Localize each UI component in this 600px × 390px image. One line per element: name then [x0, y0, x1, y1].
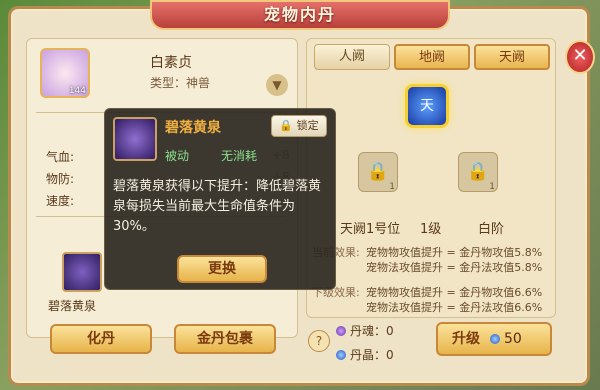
- pet-level: 144: [68, 86, 86, 96]
- skill-name: 碧落黄泉: [165, 120, 221, 136]
- skill-tag-cost: 无消耗: [221, 149, 258, 163]
- soul-value: 丹魂：0: [350, 324, 394, 338]
- hp-label: 气血:: [46, 150, 75, 164]
- slot-level: 1级: [420, 222, 442, 237]
- tab-heaven[interactable]: 天阙: [474, 44, 550, 70]
- chevron-down-icon: ▼: [272, 78, 282, 92]
- skill-icon: [113, 117, 157, 161]
- current-effect-1: 宠物物攻值提升 = 金丹物攻值5.8%: [366, 246, 543, 259]
- dissolve-button[interactable]: 化丹: [50, 324, 152, 354]
- slot-number: 1: [489, 182, 495, 192]
- gold-pack-button[interactable]: 金丹包裹: [174, 324, 276, 354]
- close-button[interactable]: ✕: [565, 40, 595, 74]
- tab-human[interactable]: 人阙: [314, 44, 390, 70]
- locked-slot-right[interactable]: 🔒 1: [458, 152, 498, 192]
- pet-avatar[interactable]: 144: [40, 48, 90, 98]
- speed-label: 速度:: [46, 194, 75, 208]
- help-button[interactable]: ?: [308, 330, 330, 352]
- current-effect-2: 宠物法攻值提升 = 金丹法攻值5.8%: [366, 261, 543, 274]
- window-title: 宠物内丹: [150, 0, 450, 30]
- essence-icon: [490, 334, 500, 344]
- next-effect-2: 宠物法攻值提升 = 金丹法攻值6.6%: [366, 301, 543, 314]
- core-panel: [306, 38, 556, 318]
- essence-icon: [336, 350, 346, 360]
- essence-resource: 丹晶：0: [336, 346, 394, 363]
- heaven-core-slot[interactable]: 天: [405, 84, 449, 128]
- lock-icon: 🔒: [279, 119, 294, 132]
- soul-resource: 丹魂：0: [336, 322, 394, 339]
- pet-type: 类型：神兽: [150, 76, 211, 90]
- lock-icon: 🔒: [366, 161, 390, 182]
- core-orb-icon: 天: [420, 98, 434, 114]
- pet-name: 白素贞: [150, 55, 192, 71]
- tab-earth[interactable]: 地阙: [394, 44, 470, 70]
- skill-slot-icon[interactable]: [62, 252, 102, 292]
- soul-icon: [336, 326, 346, 336]
- slot-grade: 白阶: [478, 222, 505, 237]
- skill-tooltip: 碧落黄泉 🔒 锁定 被动 无消耗 碧落黄泉获得以下提升：降低碧落黄泉每损失当前最…: [104, 108, 336, 290]
- upgrade-label: 升级: [452, 331, 480, 347]
- upgrade-cost: 50: [490, 331, 522, 347]
- upgrade-button[interactable]: 升级 50: [436, 322, 552, 356]
- essence-value: 丹晶：0: [350, 348, 394, 362]
- lock-skill-button[interactable]: 🔒 锁定: [271, 115, 327, 137]
- skill-tag-passive: 被动: [165, 149, 190, 163]
- skill-slot-name: 碧落黄泉: [48, 299, 97, 313]
- slot-position: 天阙1号位: [340, 222, 401, 237]
- pet-select-dropdown[interactable]: ▼: [266, 74, 288, 96]
- skill-description: 碧落黄泉获得以下提升：降低碧落黄泉每损失当前最大生命值条件为30%。: [113, 179, 322, 234]
- close-icon: ✕: [572, 45, 588, 66]
- slot-number: 1: [389, 182, 395, 192]
- phys-def-label: 物防:: [46, 172, 75, 186]
- next-effect-1: 宠物物攻值提升 = 金丹物攻值6.6%: [366, 286, 543, 299]
- lock-icon: 🔒: [466, 161, 490, 182]
- change-skill-button[interactable]: 更换: [177, 255, 267, 283]
- locked-slot-left[interactable]: 🔒 1: [358, 152, 398, 192]
